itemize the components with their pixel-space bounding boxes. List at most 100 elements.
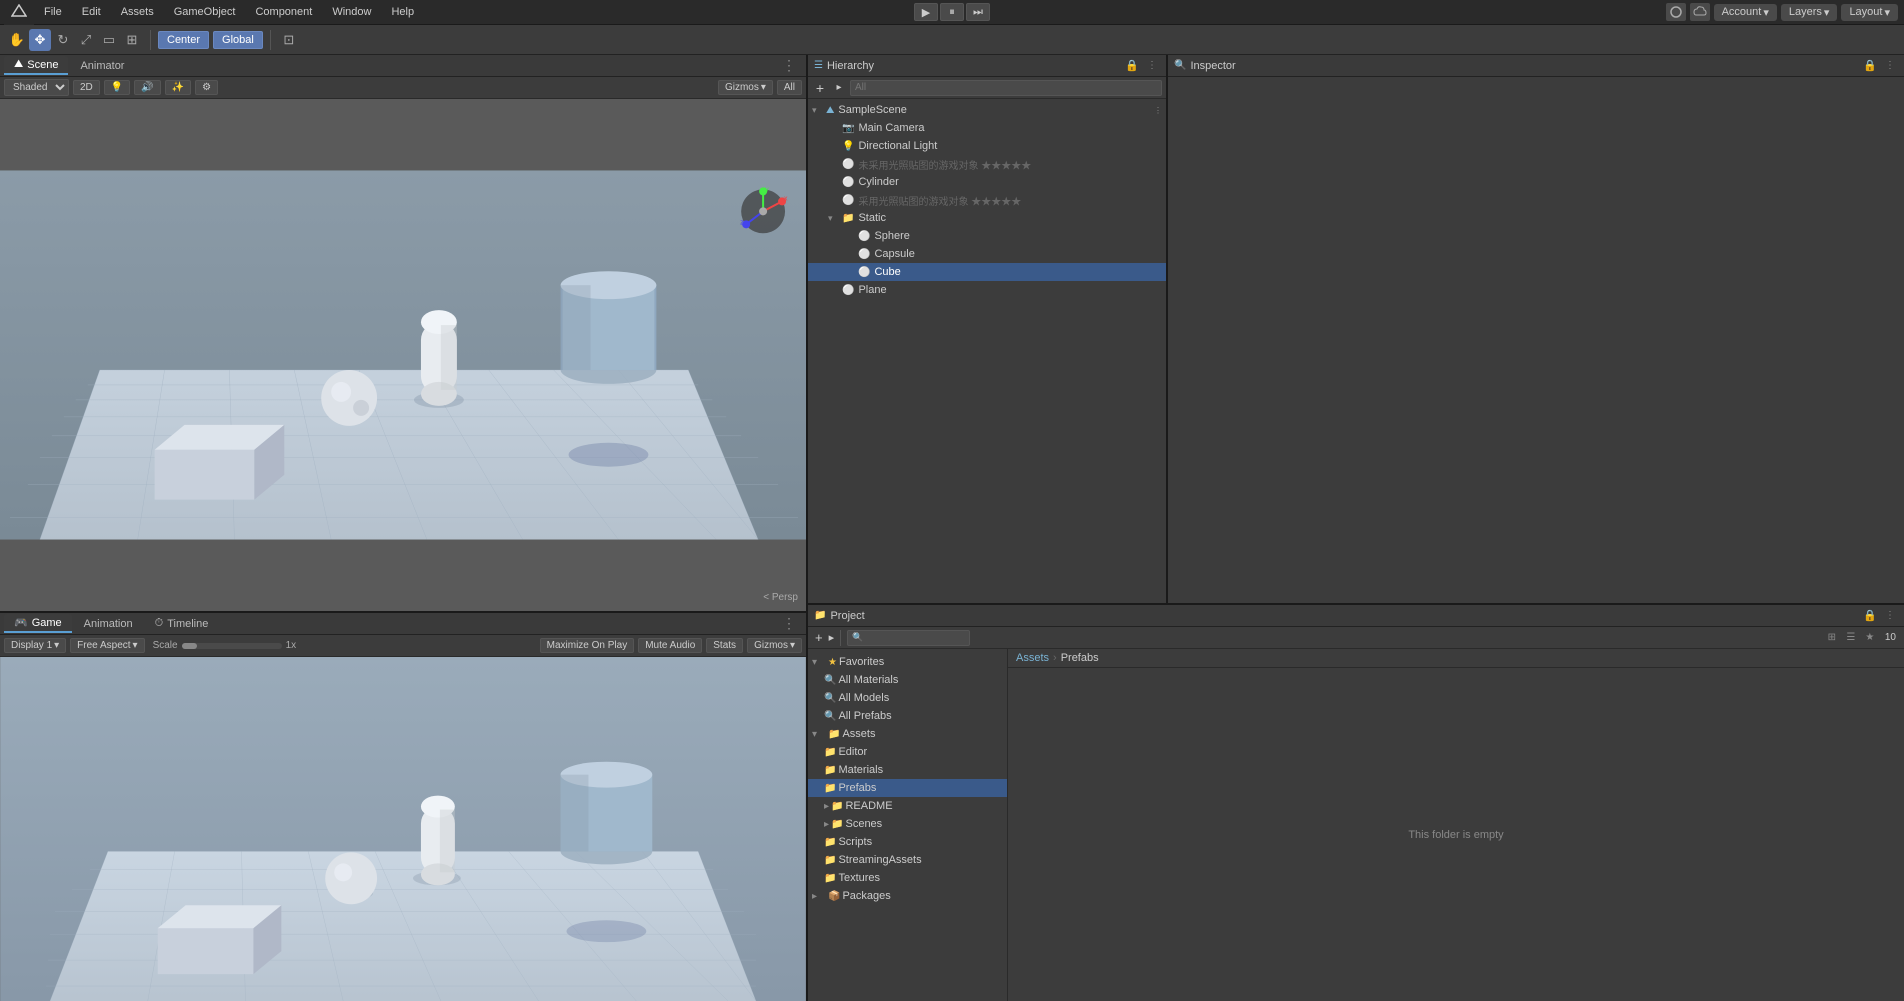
hierarchy-item-static[interactable]: ▾ 📁 Static: [808, 209, 1166, 227]
project-lock-btn[interactable]: 🔒: [1862, 608, 1878, 624]
hand-tool[interactable]: ✋: [6, 29, 28, 51]
aspect-select[interactable]: Free Aspect ▾: [70, 638, 144, 653]
hierarchy-item-cube[interactable]: ▸ ⚪ Cube: [808, 263, 1166, 281]
menu-component[interactable]: Component: [245, 3, 322, 21]
tree-item-assets[interactable]: ▾ 📁 Assets: [808, 725, 1007, 743]
collab-icon[interactable]: [1666, 3, 1686, 21]
menu-help[interactable]: Help: [381, 3, 424, 21]
tree-item-streaming[interactable]: 📁 StreamingAssets: [808, 851, 1007, 869]
hierarchy-item-dirlight[interactable]: ▸ 💡 Directional Light: [808, 137, 1166, 155]
move-tool[interactable]: ✥: [29, 29, 51, 51]
hierarchy-item-unnamed2[interactable]: ▸ ⚪ 采用光照贴图的游戏对象 ★★★★★: [808, 191, 1166, 209]
project-menu-btn[interactable]: ⋮: [1882, 608, 1898, 624]
scene-more-btn[interactable]: ⋮: [776, 57, 802, 74]
tab-timeline[interactable]: ⏱ Timeline: [145, 615, 219, 632]
scene-canvas: x y z: [0, 99, 806, 611]
tab-scene[interactable]: ⛰ Scene: [4, 56, 68, 75]
tree-item-prefabs[interactable]: 📁 Prefabs: [808, 779, 1007, 797]
hierarchy-item-samplescene[interactable]: ▾ ⛰ SampleScene ⋮: [808, 101, 1166, 119]
play-button[interactable]: ▶: [914, 3, 938, 21]
hierarchy-expand-btn[interactable]: ▸: [831, 80, 847, 96]
game-viewport[interactable]: [0, 657, 806, 1001]
tree-item-all-prefabs[interactable]: 🔍 All Prefabs: [808, 707, 1007, 725]
hierarchy-item-capsule[interactable]: ▸ ⚪ Capsule: [808, 245, 1166, 263]
project-view-btn[interactable]: ⊞: [1824, 630, 1840, 646]
scene-viewport[interactable]: x y z < Persp: [0, 99, 806, 611]
game-more-btn[interactable]: ⋮: [776, 615, 802, 632]
tree-item-scenes[interactable]: ▸ 📁 Scenes: [808, 815, 1007, 833]
tree-item-all-materials[interactable]: 🔍 All Materials: [808, 671, 1007, 689]
menu-file[interactable]: File: [34, 3, 72, 21]
mute-audio-btn[interactable]: Mute Audio: [638, 638, 702, 653]
inspector-lock-btn[interactable]: 🔒: [1862, 58, 1878, 74]
tab-animation[interactable]: Animation: [74, 616, 143, 632]
maximize-on-play-btn[interactable]: Maximize On Play: [540, 638, 635, 653]
project-star-btn[interactable]: ★: [1862, 630, 1878, 646]
rotate-tool[interactable]: ↻: [52, 29, 74, 51]
scale-tool[interactable]: ⤢: [75, 29, 97, 51]
tree-item-readme[interactable]: ▸ 📁 README: [808, 797, 1007, 815]
hierarchy-add-btn[interactable]: +: [812, 80, 828, 96]
layout-button[interactable]: Layout ▾: [1841, 4, 1898, 21]
custom-tool[interactable]: ⊡: [278, 29, 300, 51]
layers-button[interactable]: Layers ▾: [1781, 4, 1838, 21]
tab-animator[interactable]: Animator: [70, 58, 134, 74]
project-filter-btn[interactable]: ☰: [1843, 630, 1859, 646]
cloud-icon[interactable]: [1690, 3, 1710, 21]
inspector-menu-btn[interactable]: ⋮: [1882, 58, 1898, 74]
menu-window[interactable]: Window: [322, 3, 381, 21]
hierarchy-item-sphere[interactable]: ▸ ⚪ Sphere: [808, 227, 1166, 245]
menu-edit[interactable]: Edit: [72, 3, 111, 21]
tree-item-editor[interactable]: 📁 Editor: [808, 743, 1007, 761]
scene-light-btn[interactable]: 💡: [104, 80, 130, 95]
hierarchy-title: Hierarchy: [827, 60, 1120, 72]
tree-item-favorites[interactable]: ▾ ★ Favorites: [808, 653, 1007, 671]
account-button[interactable]: Account ▾: [1714, 4, 1777, 21]
hierarchy-item-maincamera[interactable]: ▸ 📷 Main Camera: [808, 119, 1166, 137]
tree-item-materials[interactable]: 📁 Materials: [808, 761, 1007, 779]
project-content-area: Assets › Prefabs This folder is empty: [1008, 649, 1904, 1001]
project-add-btn[interactable]: +: [812, 630, 826, 645]
all-btn[interactable]: All: [777, 80, 802, 95]
scale-slider[interactable]: [182, 643, 282, 649]
tab-game[interactable]: 🎮 Game: [4, 614, 72, 633]
textures-folder-icon: 📁: [824, 873, 836, 884]
breadcrumb-assets[interactable]: Assets: [1016, 652, 1049, 664]
transform-tool[interactable]: ⊞: [121, 29, 143, 51]
gizmos-btn[interactable]: Gizmos ▾: [718, 80, 773, 95]
hierarchy-menu-btn[interactable]: ⋮: [1144, 58, 1160, 74]
shaded-select[interactable]: Shaded: [4, 79, 69, 96]
breadcrumb-prefabs[interactable]: Prefabs: [1061, 652, 1099, 664]
hierarchy-item-cylinder[interactable]: ▸ ⚪ Cylinder: [808, 173, 1166, 191]
tree-item-textures[interactable]: 📁 Textures: [808, 869, 1007, 887]
menu-gameobject[interactable]: GameObject: [164, 3, 246, 21]
display-select[interactable]: Display 1 ▾: [4, 638, 66, 653]
project-search-input[interactable]: [865, 630, 965, 646]
menu-assets[interactable]: Assets: [111, 3, 164, 21]
global-button[interactable]: Global: [213, 31, 263, 49]
center-button[interactable]: Center: [158, 31, 209, 49]
tree-item-scripts[interactable]: 📁 Scripts: [808, 833, 1007, 851]
step-button[interactable]: ⏭: [966, 3, 990, 21]
hierarchy-item-unnamed1[interactable]: ▸ ⚪ 未采用光照贴图的游戏对象 ★★★★★: [808, 155, 1166, 173]
scene-fx-btn[interactable]: ✨: [165, 80, 191, 95]
center-label: Center: [167, 34, 200, 46]
assets-folder-icon: 📁: [828, 729, 840, 740]
scene-settings-btn[interactable]: ⚙: [195, 80, 218, 95]
tree-item-packages[interactable]: ▸ 📦 Packages: [808, 887, 1007, 905]
readme-label: README: [845, 800, 1003, 812]
rect-tool[interactable]: ▭: [98, 29, 120, 51]
pause-button[interactable]: ⏸: [940, 3, 964, 21]
scene-audio-btn[interactable]: 🔊: [134, 80, 160, 95]
hierarchy-search[interactable]: [850, 80, 1162, 96]
unnamed1-label: 未采用光照贴图的游戏对象 ★★★★★: [858, 157, 1162, 172]
maincamera-label: Main Camera: [858, 122, 1162, 134]
tree-item-all-models[interactable]: 🔍 All Models: [808, 689, 1007, 707]
game-gizmos-btn[interactable]: Gizmos ▾: [747, 638, 802, 653]
textures-label: Textures: [838, 872, 1003, 884]
stats-btn[interactable]: Stats: [706, 638, 743, 653]
hierarchy-item-plane[interactable]: ▸ ⚪ Plane: [808, 281, 1166, 299]
hierarchy-lock-btn[interactable]: 🔒: [1124, 58, 1140, 74]
2d-button[interactable]: 2D: [73, 80, 100, 95]
project-expand-btn[interactable]: ▸: [829, 631, 835, 644]
